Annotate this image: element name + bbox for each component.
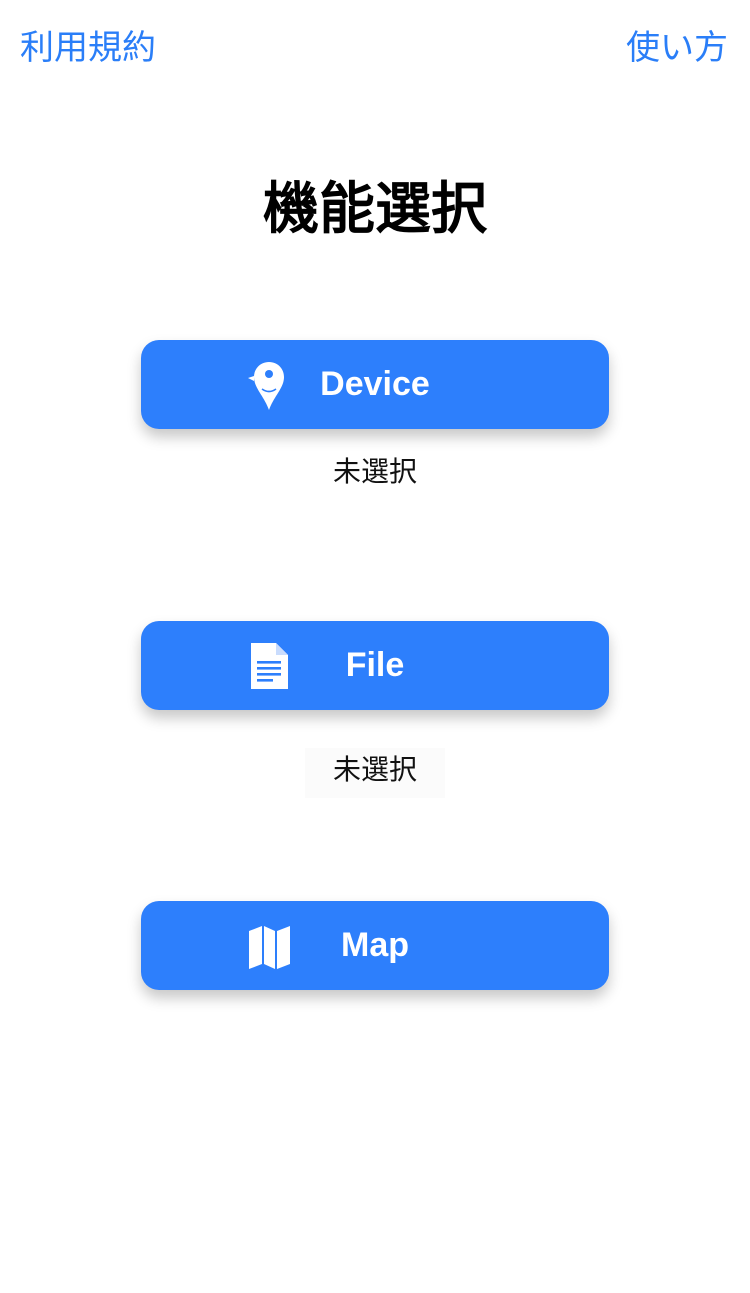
map-button-label: Map	[341, 926, 409, 964]
file-status: 未選択	[332, 753, 417, 786]
device-button-label: Device	[320, 365, 430, 403]
file-button[interactable]: File	[141, 621, 609, 710]
terms-link[interactable]: 利用規約	[20, 26, 156, 70]
page-title: 機能選択	[263, 177, 487, 242]
map-button[interactable]: Map	[141, 901, 609, 990]
device-button[interactable]: Device	[141, 340, 609, 429]
file-button-label: File	[345, 646, 405, 684]
how-to-use-link[interactable]: 使い方	[626, 26, 728, 70]
device-status: 未選択	[332, 455, 417, 488]
